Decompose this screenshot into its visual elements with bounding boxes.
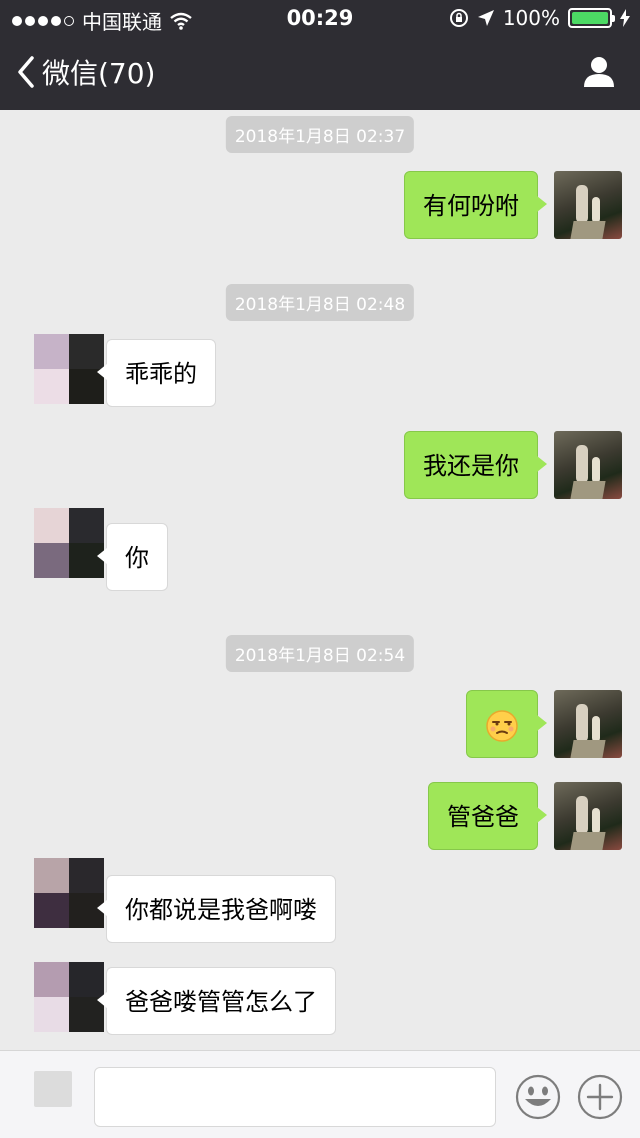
contact-avatar[interactable] (34, 962, 104, 1032)
outgoing-message[interactable]: 管爸爸 (428, 782, 547, 850)
location-arrow-icon (477, 10, 494, 26)
my-avatar[interactable] (554, 171, 622, 239)
my-avatar[interactable] (554, 690, 622, 758)
outgoing-message[interactable]: 我还是你 (404, 431, 547, 499)
message-input[interactable] (94, 1067, 496, 1127)
voice-icon[interactable] (34, 1071, 72, 1107)
plus-icon[interactable] (576, 1073, 624, 1121)
timestamp: 2018年1月8日 02:37 (225, 116, 415, 153)
incoming-message[interactable]: 爸爸喽管管怎么了 (97, 967, 336, 1035)
incoming-message[interactable]: 你都说是我爸啊喽 (97, 875, 336, 943)
battery-percent: 100% (502, 6, 560, 30)
orientation-lock-icon (449, 9, 468, 27)
back-button[interactable]: 微信(70) (16, 52, 155, 92)
timestamp: 2018年1月8日 02:48 (225, 284, 415, 321)
chevron-left-icon (18, 56, 34, 88)
outgoing-emoji-message[interactable] (466, 690, 547, 758)
nav-bar: 微信(70) (0, 40, 640, 106)
contact-avatar[interactable] (34, 508, 104, 578)
status-bar: 中国联通 00:29 100% (0, 0, 640, 36)
chat-area[interactable]: 2018年1月8日 02:37 有何吩咐 2018年1月8日 02:48 乖乖的… (0, 110, 640, 1050)
timestamp: 2018年1月8日 02:54 (225, 635, 415, 672)
my-avatar[interactable] (554, 782, 622, 850)
charging-icon (620, 9, 630, 27)
contact-avatar[interactable] (34, 334, 104, 404)
battery-icon (568, 8, 615, 28)
contact-avatar[interactable] (34, 858, 104, 928)
input-bar (0, 1050, 640, 1138)
status-right: 100% (449, 6, 630, 30)
outgoing-message[interactable]: 有何吩咐 (404, 171, 547, 239)
emoji-icon[interactable] (514, 1073, 562, 1121)
profile-icon[interactable] (582, 54, 616, 88)
my-avatar[interactable] (554, 431, 622, 499)
incoming-message[interactable]: 你 (97, 523, 168, 591)
back-label: 微信(70) (42, 57, 156, 90)
top-bar: 中国联通 00:29 100% 微信(70) (0, 0, 640, 110)
incoming-message[interactable]: 乖乖的 (97, 339, 216, 407)
unamused-face-icon (486, 710, 518, 742)
